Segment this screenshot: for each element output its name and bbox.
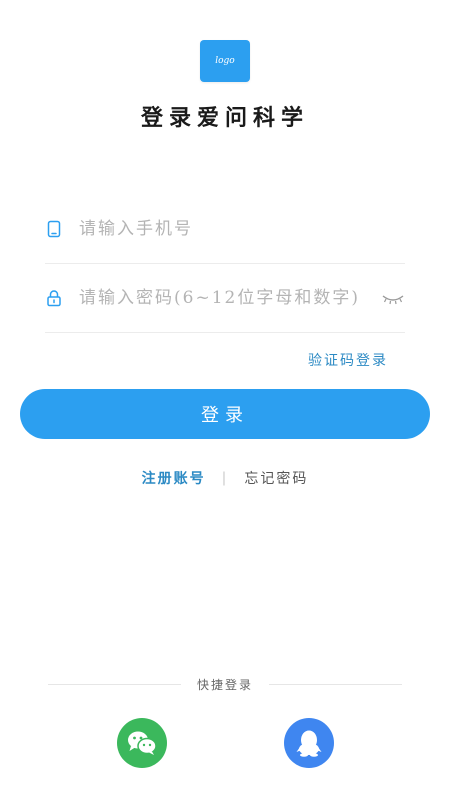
- lock-icon: [47, 290, 61, 307]
- phone-field[interactable]: 请输入手机号: [45, 195, 405, 264]
- divider-line-right: [269, 683, 403, 685]
- quick-login-divider: 快捷登录: [48, 673, 403, 695]
- phone-input-placeholder[interactable]: 请输入手机号: [79, 195, 193, 263]
- account-links: 注册账号 | 忘记密码: [0, 466, 450, 490]
- login-button-label: 登录: [201, 405, 249, 426]
- divider-line-left: [48, 683, 181, 685]
- links-separator: |: [221, 470, 229, 486]
- wechat-icon: [128, 731, 157, 755]
- quick-login-label: 快捷登录: [197, 677, 254, 692]
- password-field[interactable]: 请输入密码(6~12位字母和数字): [45, 264, 405, 333]
- app-logo: logo: [200, 40, 250, 82]
- login-button[interactable]: 登录: [20, 389, 430, 439]
- qq-login-button[interactable]: [284, 718, 334, 768]
- phone-icon: [47, 220, 61, 238]
- register-link[interactable]: 注册账号: [142, 468, 206, 488]
- qq-icon: [296, 730, 322, 757]
- forgot-password-link[interactable]: 忘记密码: [244, 468, 308, 488]
- eye-closed-icon[interactable]: [381, 291, 405, 307]
- wechat-login-button[interactable]: [117, 718, 167, 768]
- logo-text: logo: [215, 56, 235, 66]
- password-input-placeholder[interactable]: 请输入密码(6~12位字母和数字): [79, 264, 360, 332]
- sms-login-link[interactable]: 验证码登录: [308, 350, 388, 372]
- page-title: 登录爱问科学: [140, 105, 309, 131]
